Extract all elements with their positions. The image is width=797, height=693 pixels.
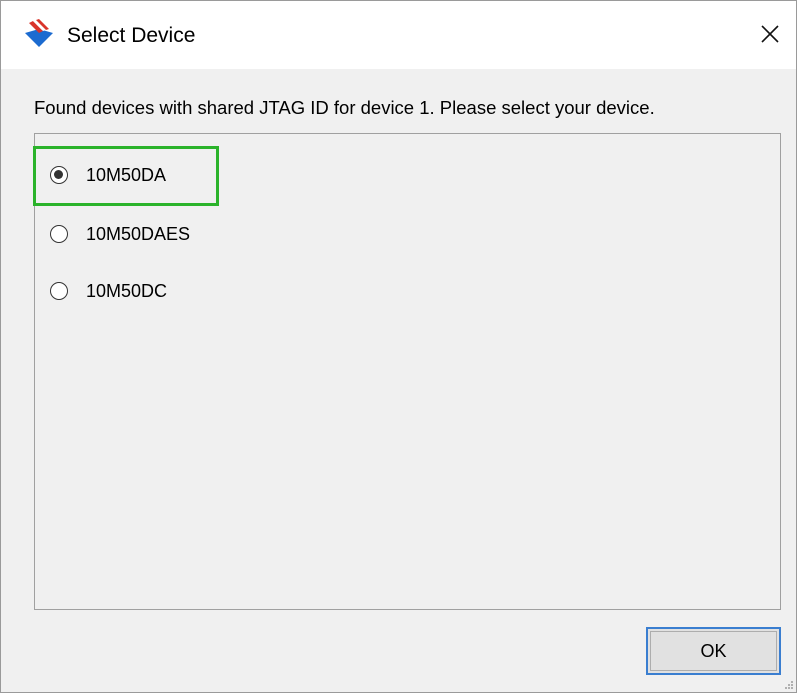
device-option-label: 10M50DAES bbox=[86, 223, 191, 244]
device-list-group: 10M50DA 10M50DAES 10M50DC bbox=[34, 133, 781, 610]
instruction-message: Found devices with shared JTAG ID for de… bbox=[34, 97, 655, 118]
ok-button[interactable]: OK bbox=[646, 627, 781, 675]
select-device-dialog: Select Device Found devices with shared … bbox=[0, 0, 797, 693]
device-option-label: 10M50DA bbox=[86, 164, 167, 185]
radio-button[interactable] bbox=[50, 225, 68, 243]
radio-button[interactable] bbox=[50, 282, 68, 300]
ok-button-label: OK bbox=[700, 640, 727, 661]
radio-button-selected[interactable] bbox=[50, 166, 68, 184]
device-option-10m50daes[interactable]: 10M50DAES bbox=[50, 218, 190, 250]
device-option-10m50da[interactable]: 10M50DA bbox=[50, 159, 166, 191]
device-option-label: 10M50DC bbox=[86, 280, 168, 301]
window-title: Select Device bbox=[67, 24, 196, 47]
device-option-10m50dc[interactable]: 10M50DC bbox=[50, 275, 167, 307]
title-bar: Select Device bbox=[1, 1, 796, 69]
resize-grip-icon[interactable] bbox=[784, 680, 794, 690]
app-logo-icon bbox=[25, 19, 53, 47]
close-icon[interactable] bbox=[748, 13, 792, 57]
